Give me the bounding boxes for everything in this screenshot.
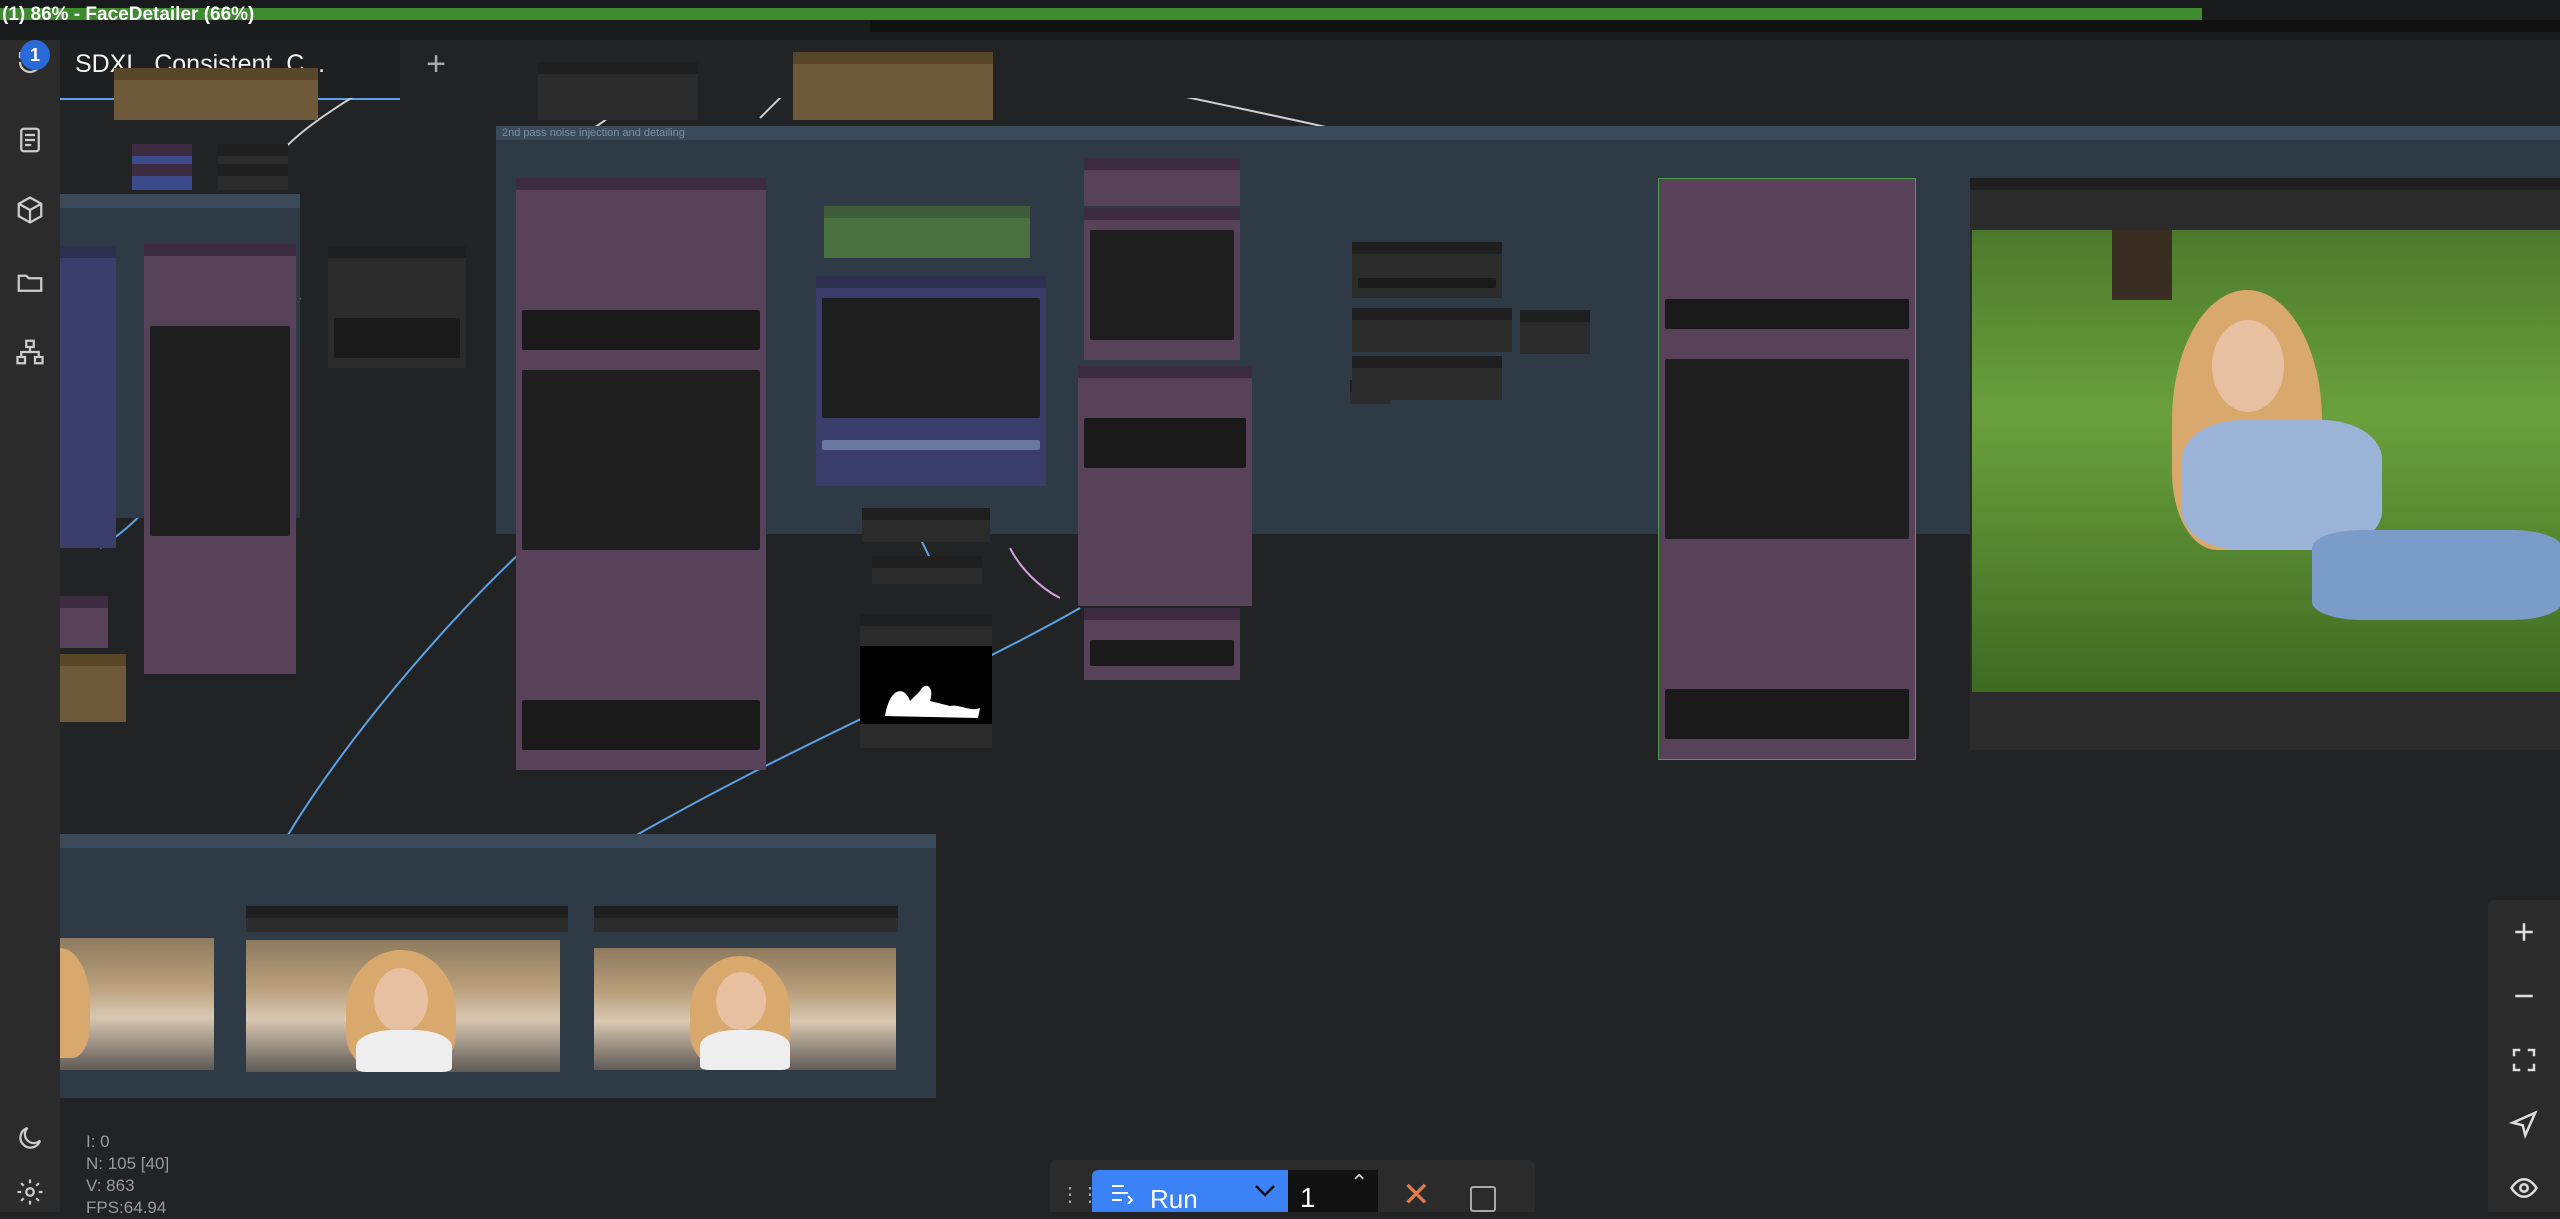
preview-image-bottom-2 xyxy=(246,940,560,1072)
node-dark-small-2[interactable] xyxy=(218,164,288,190)
node-tan-top[interactable] xyxy=(793,52,993,120)
node-top-mid-2[interactable] xyxy=(1084,208,1240,360)
node-ksampler-right[interactable] xyxy=(1658,178,1916,760)
group-title: 2nd pass noise injection and detailing xyxy=(502,127,685,139)
run-button[interactable]: Run xyxy=(1092,1170,1242,1214)
node-dark-left[interactable] xyxy=(328,246,466,368)
templates-icon[interactable] xyxy=(12,334,48,370)
progress-bar: (1) 86% - FaceDetailer (66%) xyxy=(0,0,2560,40)
node-dark-right-3[interactable] xyxy=(1352,308,1512,352)
mask-preview-image xyxy=(860,646,992,724)
batch-count-value: 1 xyxy=(1300,1182,1316,1213)
sidebar: 1 xyxy=(0,40,60,1212)
progress-fill-main xyxy=(0,8,2202,20)
fit-view-icon[interactable] xyxy=(2508,1044,2540,1076)
node-tan-top-left[interactable] xyxy=(114,68,318,120)
run-label: Run xyxy=(1150,1184,1198,1214)
run-dropdown-button[interactable] xyxy=(1242,1170,1288,1212)
run-queue-icon xyxy=(1112,1185,1134,1204)
zoom-out-icon[interactable] xyxy=(2508,980,2540,1012)
node-dark-mid-2[interactable] xyxy=(872,556,982,584)
queue-badge: 1 xyxy=(20,40,50,70)
stat-line: I: 0 xyxy=(86,1132,110,1151)
run-bar: ⋮⋮ Run 1 ⌃ ✕ xyxy=(1050,1160,1535,1214)
preview-image-bottom-3 xyxy=(594,948,896,1070)
node-green[interactable] xyxy=(824,206,1030,258)
zoom-controls xyxy=(2488,900,2560,1212)
node-tan-left-bottom[interactable] xyxy=(60,654,126,722)
toggle-links-icon[interactable] xyxy=(2508,1172,2540,1204)
chevron-down-icon xyxy=(1255,1185,1275,1197)
node-face-detailer[interactable] xyxy=(1078,366,1252,606)
node-dark-top[interactable] xyxy=(538,62,698,120)
preview-image-right xyxy=(1972,230,2560,692)
node-bottom-mid[interactable] xyxy=(1084,608,1240,680)
zoom-in-icon[interactable] xyxy=(2508,916,2540,948)
cancel-run-button[interactable]: ✕ xyxy=(1402,1178,1431,1212)
node-library-icon[interactable] xyxy=(12,122,48,158)
theme-toggle-icon[interactable] xyxy=(12,1120,48,1156)
batch-count-input[interactable]: 1 ⌃ xyxy=(1288,1170,1378,1213)
node-canvas[interactable]: 2nd pass noise injection and detailing xyxy=(60,52,2560,1212)
node-top-mid-1[interactable] xyxy=(1084,158,1240,206)
select-mode-icon[interactable] xyxy=(2508,1108,2540,1140)
model-library-icon[interactable] xyxy=(12,192,48,228)
node-dark-right-4[interactable] xyxy=(1352,356,1502,400)
preview-image-bottom-1 xyxy=(60,938,214,1070)
stat-line: V: 863 xyxy=(86,1176,135,1195)
stat-line: FPS:64.94 xyxy=(86,1198,167,1217)
node-image-preview-right[interactable] xyxy=(1970,178,2560,750)
node-ksampler-left[interactable] xyxy=(144,244,296,674)
stop-square-icon[interactable] xyxy=(1470,1186,1496,1212)
node-blue-left[interactable] xyxy=(60,246,116,548)
node-preview-bottom-2[interactable] xyxy=(246,906,568,932)
progress-label: (1) 86% - FaceDetailer (66%) xyxy=(2,4,255,25)
progress-fill-sub xyxy=(870,20,2560,32)
node-ksampler-main[interactable] xyxy=(516,178,766,770)
node-small-left-bottom[interactable] xyxy=(60,596,108,648)
node-dark-right-5[interactable] xyxy=(1520,310,1590,354)
node-dark-mid-1[interactable] xyxy=(862,508,990,542)
node-mask-preview[interactable] xyxy=(860,614,992,748)
node-preview-bottom-3[interactable] xyxy=(594,906,898,932)
stat-line: N: 105 [40] xyxy=(86,1154,170,1173)
chevron-up-icon[interactable]: ⌃ xyxy=(1350,1170,1368,1196)
settings-gear-icon[interactable] xyxy=(12,1174,48,1210)
node-blue-mid[interactable] xyxy=(816,276,1046,486)
node-navy-small-2[interactable] xyxy=(132,164,192,190)
node-dark-right-2[interactable] xyxy=(1352,242,1502,298)
workflows-icon[interactable] xyxy=(12,264,48,300)
new-tab-button[interactable]: + xyxy=(418,46,454,82)
canvas-stats: I: 0 N: 105 [40] V: 863 FPS:64.94 xyxy=(86,1131,169,1219)
